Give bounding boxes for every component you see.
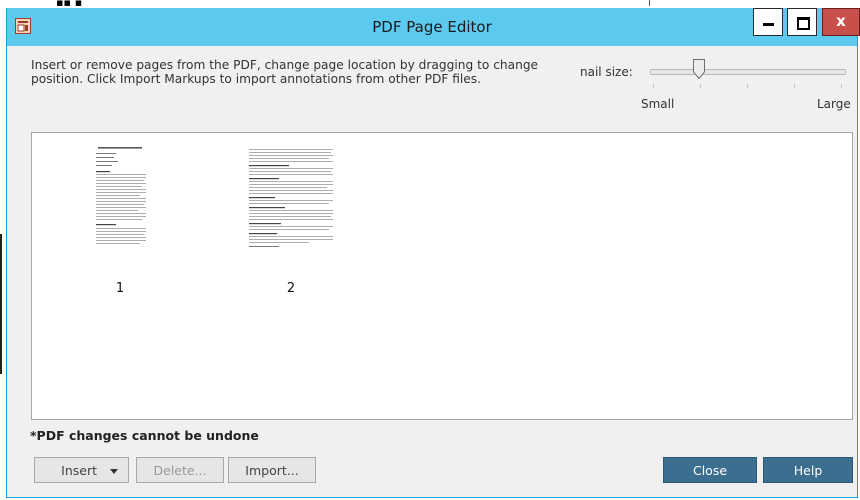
- slider-tick: [653, 84, 654, 88]
- undo-warning-text: *PDF changes cannot be undone: [30, 428, 259, 443]
- window-close-button[interactable]: x: [822, 8, 860, 36]
- minimize-button[interactable]: [753, 8, 783, 36]
- slider-tick: [700, 84, 701, 88]
- slider-max-label: Large: [817, 97, 851, 111]
- delete-button[interactable]: Delete...: [136, 457, 224, 483]
- maximize-button[interactable]: [787, 8, 817, 36]
- import-button-label: Import...: [245, 463, 299, 478]
- background-text-fragment: ▪▪ ▪: [56, 0, 83, 8]
- minimize-icon: [763, 23, 774, 26]
- instructions-text: Insert or remove pages from the PDF, cha…: [31, 58, 539, 86]
- import-button[interactable]: Import...: [228, 457, 316, 483]
- page-thumbnail-panel[interactable]: 1 2: [31, 132, 853, 420]
- page-number-label: 2: [286, 281, 296, 296]
- background-tick: [649, 0, 650, 6]
- help-button-label: Help: [793, 463, 823, 478]
- background-edge: [0, 234, 2, 374]
- maximize-icon: [797, 17, 810, 30]
- close-button[interactable]: Close: [663, 457, 757, 483]
- slider-tick: [841, 84, 842, 88]
- slider-tick: [794, 84, 795, 88]
- thumbnail-size-label: nail size:: [580, 65, 633, 79]
- close-icon: x: [836, 12, 846, 30]
- pdf-page-editor-dialog: PDF Page Editor x Insert or remove pages…: [6, 8, 860, 498]
- insert-button[interactable]: Insert: [34, 457, 129, 483]
- help-button[interactable]: Help: [763, 457, 853, 483]
- page-thumbnail[interactable]: 1: [78, 145, 162, 296]
- dropdown-arrow-icon[interactable]: [110, 469, 118, 474]
- page-preview-icon: [249, 149, 333, 247]
- delete-button-label: Delete...: [153, 463, 207, 478]
- page-number-label: 1: [115, 281, 125, 296]
- page-thumbnail[interactable]: 2: [249, 145, 333, 296]
- insert-button-label: Insert: [61, 463, 97, 478]
- title-bar[interactable]: PDF Page Editor x: [7, 8, 860, 46]
- thumbnail-size-slider-thumb[interactable]: [693, 59, 705, 79]
- close-button-label: Close: [692, 463, 728, 478]
- page-preview-icon: [96, 147, 146, 244]
- thumbnail-size-slider-track[interactable]: [650, 69, 846, 75]
- slider-min-label: Small: [641, 97, 675, 111]
- window-title: PDF Page Editor: [372, 18, 492, 36]
- slider-tick: [747, 84, 748, 88]
